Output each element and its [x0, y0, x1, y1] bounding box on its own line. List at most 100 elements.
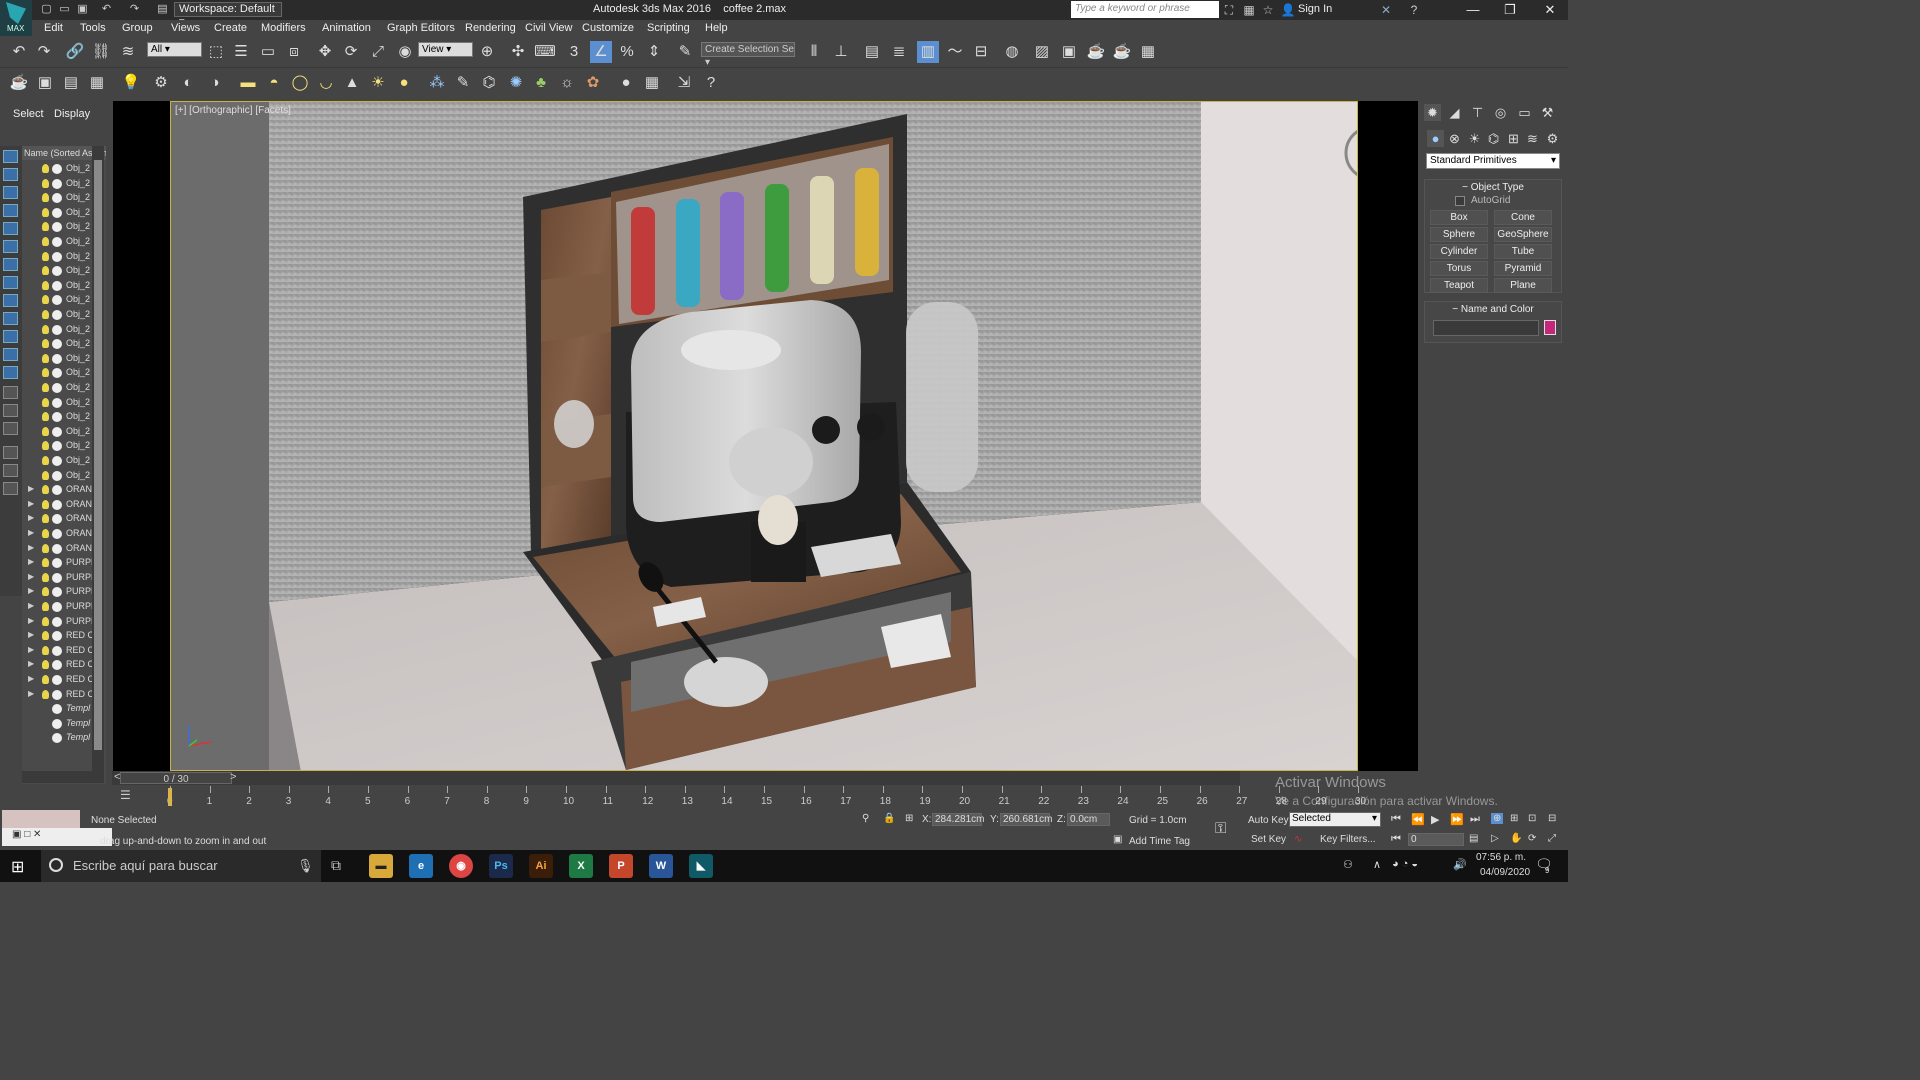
sun-icon[interactable]: ☀ [367, 72, 389, 94]
list-item[interactable]: Obj_2 [22, 279, 96, 294]
light-bulb-icon[interactable] [42, 616, 49, 626]
toon-icon[interactable]: ✿ [582, 72, 604, 94]
photoshop-icon[interactable]: Ps [489, 854, 513, 878]
geosphere-button[interactable]: GeoSphere [1494, 227, 1552, 242]
render-iterative-icon[interactable]: ☕ [1111, 41, 1133, 63]
lock-selection-icon[interactable]: ⚲ [862, 813, 869, 824]
light-bulb-icon[interactable] [42, 426, 49, 436]
xrefs-filter-icon[interactable] [3, 312, 18, 325]
render-setup-icon[interactable]: ▨ [1031, 41, 1053, 63]
rendered-frame-window-icon[interactable]: ▣ [1058, 41, 1080, 63]
light-bulb-icon[interactable] [42, 193, 49, 203]
field-of-view-icon[interactable]: ▷ [1491, 833, 1499, 844]
add-time-tag-button[interactable]: Add Time Tag [1129, 836, 1190, 847]
menu-civil-view[interactable]: Civil View [525, 22, 572, 34]
illustrator-icon[interactable]: Ai [529, 854, 553, 878]
visibility-icon[interactable] [52, 645, 62, 656]
list-item[interactable]: ▶ ORANG [22, 498, 96, 513]
list-item[interactable]: ▶ ORANG [22, 483, 96, 498]
light-bulb-icon[interactable] [42, 280, 49, 290]
visibility-icon[interactable] [52, 412, 62, 423]
geometry-filter-icon[interactable] [3, 186, 18, 199]
list-item[interactable]: ▶ RED C [22, 658, 96, 673]
menu-scripting[interactable]: Scripting [647, 22, 690, 34]
visibility-icon[interactable] [52, 456, 62, 466]
plane-button[interactable]: Plane [1494, 278, 1552, 293]
percent-snap-icon[interactable]: % [616, 41, 638, 63]
expand-arrow-icon[interactable]: ▶ [28, 630, 34, 639]
table-icon[interactable]: ▤ [60, 72, 82, 94]
expand-arrow-icon[interactable]: ▶ [28, 659, 34, 668]
key-tangent-icon[interactable]: ∿ [1294, 834, 1302, 845]
spacewarps-category-icon[interactable]: ≋ [1524, 130, 1541, 147]
expand-arrow-icon[interactable]: ▶ [28, 572, 34, 581]
spacewarps-filter-icon[interactable] [3, 276, 18, 289]
visibility-icon[interactable] [52, 164, 62, 174]
list-item[interactable]: Obj_2 [22, 177, 96, 192]
teapot-button[interactable]: Teapot [1430, 278, 1488, 293]
y-coordinate-field[interactable]: 260.681cm [1000, 813, 1052, 826]
render-sphere-icon[interactable]: ● [615, 72, 637, 94]
expand-arrow-icon[interactable]: ▶ [28, 601, 34, 610]
clock-time[interactable]: 07:56 p. m. [1476, 852, 1526, 863]
edit-named-selection-icon[interactable]: ✎ [674, 41, 696, 63]
camera-icon[interactable]: ⌬ [478, 72, 500, 94]
tray-app-icons[interactable]: ◕ ◔ ◒ [1392, 858, 1418, 870]
modify-tab-icon[interactable]: ◢ [1446, 104, 1463, 121]
maximize-viewport-icon[interactable]: ⤢ [1548, 833, 1556, 844]
light-bulb-icon[interactable] [42, 295, 49, 305]
visibility-icon[interactable] [52, 543, 62, 554]
list-item[interactable]: Obj_2 [22, 337, 96, 352]
light-bulb-icon[interactable] [42, 456, 49, 465]
plant-icon[interactable]: ♣ [530, 72, 552, 94]
help-icon[interactable]: ? [1406, 2, 1422, 18]
light-bulb-icon[interactable] [42, 222, 49, 232]
absolute-mode-icon[interactable]: ⊞ [905, 813, 913, 824]
tool-c-icon[interactable]: ◑ [204, 72, 226, 94]
volume-icon[interactable]: 🔊 [1453, 858, 1467, 871]
sphere-button[interactable]: Sphere [1430, 227, 1488, 242]
cone-tool-icon[interactable]: ▲ [341, 72, 363, 94]
name-and-color-title[interactable]: − Name and Color [1425, 302, 1561, 317]
visibility-icon[interactable] [52, 660, 62, 671]
object-name-input[interactable] [1433, 320, 1539, 336]
light-bulb-icon[interactable] [42, 499, 49, 509]
time-slider-next[interactable]: > [230, 771, 236, 783]
box-button[interactable]: Box [1430, 210, 1488, 225]
menu-graph-editors[interactable]: Graph Editors [387, 22, 455, 34]
visibility-icon[interactable] [52, 295, 62, 306]
file-explorer-icon[interactable]: ▬ [369, 854, 393, 878]
current-frame-marker[interactable] [168, 788, 172, 806]
time-slider[interactable]: < 0 / 30 > [112, 771, 1240, 785]
place-icon[interactable]: ◉ [394, 41, 416, 63]
go-to-end-icon[interactable]: ⏭ [1470, 813, 1480, 826]
menu-rendering[interactable]: Rendering [465, 22, 516, 34]
pivot-center-icon[interactable]: ⊕ [476, 41, 498, 63]
rotate-icon[interactable]: ⟳ [340, 41, 362, 63]
display-all-icon[interactable] [3, 168, 18, 181]
close-button[interactable]: ✕ [1532, 0, 1568, 20]
visibility-icon[interactable] [52, 587, 62, 598]
list-item[interactable]: ▶ ORANG [22, 512, 96, 527]
visibility-icon[interactable] [52, 675, 62, 685]
expand-arrow-icon[interactable]: ▶ [28, 689, 34, 698]
pan-view-icon[interactable]: ✋ [1510, 833, 1522, 844]
list-item[interactable]: ▶ RED C [22, 688, 96, 703]
scale-icon[interactable]: ⤢ [367, 41, 389, 63]
minimize-button[interactable]: — [1455, 0, 1491, 20]
list-item[interactable]: Obj_2 [22, 352, 96, 367]
last-result-icon[interactable] [3, 404, 18, 417]
help-search-input[interactable]: Type a keyword or phrase [1071, 1, 1219, 18]
select-by-name-icon[interactable]: ☰ [230, 41, 252, 63]
select-object-icon[interactable]: ⬚ [205, 41, 227, 63]
export-icon[interactable]: ⇲ [673, 72, 695, 94]
list-item[interactable]: Obj_2 [22, 206, 96, 221]
visibility-icon[interactable] [52, 310, 62, 320]
light-bulb-icon[interactable] [42, 514, 49, 524]
redo-icon[interactable]: ↷ [128, 3, 141, 16]
expand-arrow-icon[interactable]: ▶ [28, 586, 34, 595]
plane-tool-icon[interactable]: ▬ [237, 72, 259, 94]
primitive-category-dropdown[interactable]: Standard Primitives ▾ [1426, 153, 1560, 169]
object-color-swatch[interactable] [1544, 320, 1556, 335]
list-item[interactable]: Templ [22, 731, 96, 746]
